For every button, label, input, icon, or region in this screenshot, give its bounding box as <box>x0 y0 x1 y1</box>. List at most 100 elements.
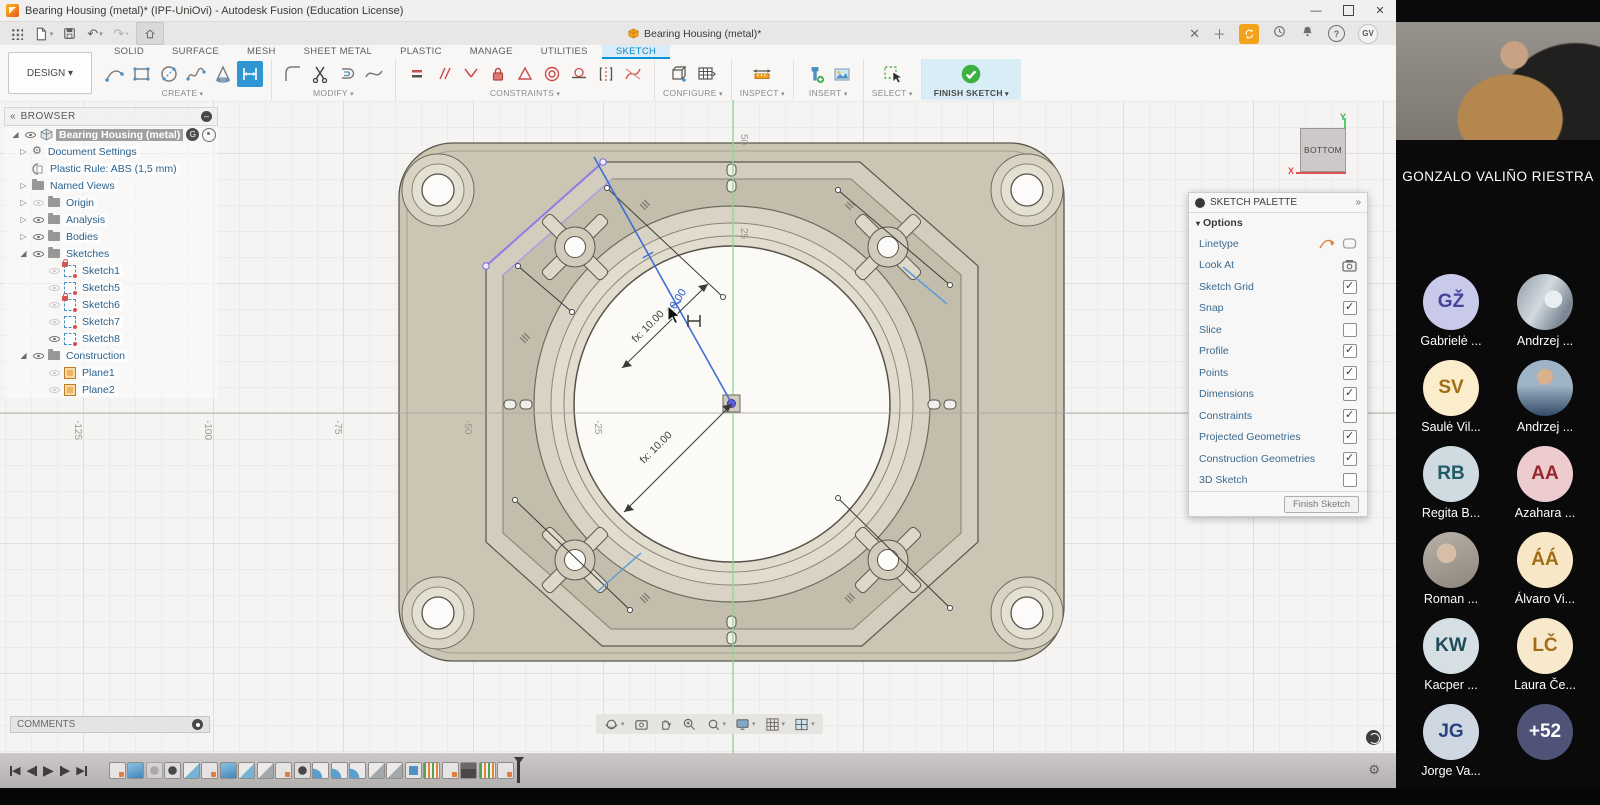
timeline-feature-chamfer-gray[interactable] <box>257 762 274 779</box>
visibility-eye-icon[interactable] <box>48 366 61 379</box>
view-cube[interactable]: BOTTOM X Y <box>1288 112 1358 178</box>
visibility-eye-icon[interactable] <box>48 332 61 345</box>
circle-tool-icon[interactable] <box>156 61 182 87</box>
browser-header[interactable]: « BROWSER – <box>4 107 218 126</box>
curvature-constraint-icon[interactable] <box>620 61 646 87</box>
go-to-end-button[interactable]: ▶ <box>76 764 86 777</box>
viewports-button[interactable]: ▾ <box>794 717 815 732</box>
dimensions-checkbox[interactable] <box>1343 387 1357 401</box>
timeline-feature-pattern[interactable] <box>479 762 496 779</box>
browser-item-sketches[interactable]: ◢ Sketches <box>4 245 218 262</box>
participant-tile[interactable]: RBRegita B... <box>1405 446 1497 520</box>
visibility-eye-icon[interactable] <box>32 196 45 209</box>
timeline-feature-chamfer[interactable] <box>238 762 255 779</box>
options-section-header[interactable]: Options <box>1189 213 1367 233</box>
timeline-feature-hole-faded[interactable] <box>146 762 163 779</box>
sketch-dimension-tool-icon[interactable] <box>237 61 263 87</box>
browser-item-label[interactable]: Plane1 <box>79 367 118 379</box>
visibility-eye-icon[interactable] <box>48 315 61 328</box>
equal-triangle-constraint-icon[interactable] <box>512 61 538 87</box>
participant-tile[interactable]: JGJorge Va... <box>1405 704 1497 778</box>
browser-item-sketch6[interactable]: Sketch6 <box>4 296 218 313</box>
tab-manage[interactable]: MANAGE <box>456 45 527 59</box>
close-document-button[interactable]: ✕ <box>1189 26 1200 42</box>
browser-item-label[interactable]: Plane2 <box>79 384 118 396</box>
group-label-constraints[interactable]: CONSTRAINTS <box>490 88 560 98</box>
visibility-eye-icon[interactable] <box>32 247 45 260</box>
speaker-video[interactable] <box>1396 22 1600 140</box>
expanded-icon[interactable]: ◢ <box>18 249 29 258</box>
comments-bar[interactable]: COMMENTS <box>10 716 210 733</box>
expanded-icon[interactable]: ◢ <box>10 130 21 139</box>
measure-tool-icon[interactable] <box>749 61 775 87</box>
participant-tile[interactable]: +52 <box>1499 704 1591 778</box>
fix-lock-constraint-icon[interactable] <box>485 61 511 87</box>
snap-checkbox[interactable] <box>1343 301 1357 315</box>
step-forward-button[interactable]: ▶ <box>60 764 70 777</box>
app-launcher-button[interactable] <box>6 23 28 44</box>
pan-button[interactable] <box>658 717 673 732</box>
configuration-table-icon[interactable] <box>693 61 719 87</box>
participant-tile[interactable]: KWKacper ... <box>1405 618 1497 692</box>
constraints-checkbox[interactable] <box>1343 409 1357 423</box>
browser-item-sketch7[interactable]: Sketch7 <box>4 313 218 330</box>
equal-constraint-icon[interactable] <box>404 61 430 87</box>
tab-sketch[interactable]: SKETCH <box>602 45 670 59</box>
browser-item-sketch5[interactable]: Sketch5 <box>4 279 218 296</box>
timeline-feature-extrude[interactable] <box>220 762 237 779</box>
home-view-button[interactable] <box>136 22 164 45</box>
collapse-panel-icon[interactable]: « <box>10 111 16 122</box>
viewcube-face-label[interactable]: BOTTOM <box>1300 128 1346 172</box>
participant-tile[interactable]: Andrzej ... <box>1499 360 1591 434</box>
timeline-feature-hole[interactable] <box>294 762 311 779</box>
visibility-eye-icon[interactable] <box>32 213 45 226</box>
participant-tile[interactable]: GŽGabrielė ... <box>1405 274 1497 348</box>
timeline-feature-fillet[interactable] <box>349 762 366 779</box>
participant-tile[interactable]: Roman ... <box>1405 532 1497 606</box>
redo-button[interactable]: ↷▾ <box>110 23 132 44</box>
browser-item-label[interactable]: Sketch1 <box>79 265 123 277</box>
browser-item-plastic-rule[interactable]: Plastic Rule: ABS (1,5 mm) <box>4 160 218 177</box>
select-tool-icon[interactable] <box>879 61 905 87</box>
expanded-icon[interactable]: ◢ <box>18 351 29 360</box>
construction-geometries-checkbox[interactable] <box>1343 452 1357 466</box>
browser-item-label[interactable]: Origin <box>63 197 97 209</box>
trim-tool-icon[interactable] <box>307 61 333 87</box>
browser-item-label[interactable]: Sketches <box>63 248 112 260</box>
browser-item-sketch8[interactable]: Sketch8 <box>4 330 218 347</box>
perpendicular-constraint-icon[interactable] <box>458 61 484 87</box>
timeline-feature-pattern[interactable] <box>423 762 440 779</box>
timeline-feature-hole[interactable] <box>164 762 181 779</box>
workspace-selector[interactable]: DESIGN ▾ <box>8 52 92 94</box>
timeline-feature-fillet[interactable] <box>331 762 348 779</box>
tab-sheet-metal[interactable]: SHEET METAL <box>290 45 386 59</box>
account-avatar[interactable]: GV <box>1358 24 1378 44</box>
timeline-feature-box[interactable] <box>405 762 422 779</box>
maximize-button[interactable] <box>1332 0 1364 21</box>
insert-fastener-icon[interactable] <box>802 61 828 87</box>
tab-solid[interactable]: SOLID <box>100 45 158 59</box>
panel-minus-icon[interactable]: – <box>201 111 212 122</box>
job-status-button[interactable] <box>1239 24 1259 44</box>
configuration-box-icon[interactable] <box>666 61 692 87</box>
offset-tool-icon[interactable] <box>334 61 360 87</box>
browser-item-named-views[interactable]: ▷ Named Views <box>4 177 218 194</box>
browser-root-item[interactable]: ◢ Bearing Housing (metal) G <box>4 126 218 143</box>
group-label-modify[interactable]: MODIFY <box>313 88 354 98</box>
timeline-feature-fillet[interactable] <box>312 762 329 779</box>
group-label-create[interactable]: CREATE <box>162 88 204 98</box>
timeline-feature-chamfer-gray[interactable] <box>386 762 403 779</box>
timeline-feature-sketch[interactable] <box>275 762 292 779</box>
activate-component-icon[interactable] <box>202 128 216 142</box>
cone-tool-icon[interactable] <box>210 61 236 87</box>
root-component-label[interactable]: Bearing Housing (metal) <box>56 129 183 141</box>
play-button[interactable]: ▶ <box>43 762 54 779</box>
go-to-start-button[interactable]: ◀ <box>10 764 20 777</box>
browser-item-document-settings[interactable]: ▷⚙ Document Settings <box>4 143 218 160</box>
browser-item-plane2[interactable]: Plane2 <box>4 381 218 398</box>
grid-snap-button[interactable]: ▾ <box>765 717 786 732</box>
collapsed-icon[interactable]: ▷ <box>18 215 29 224</box>
points-checkbox[interactable] <box>1343 366 1357 380</box>
modeling-canvas[interactable]: 10.00 fx: 10.00 fx: 10.00 <box>0 100 1396 753</box>
orbit-button[interactable]: ▾ <box>604 717 625 732</box>
